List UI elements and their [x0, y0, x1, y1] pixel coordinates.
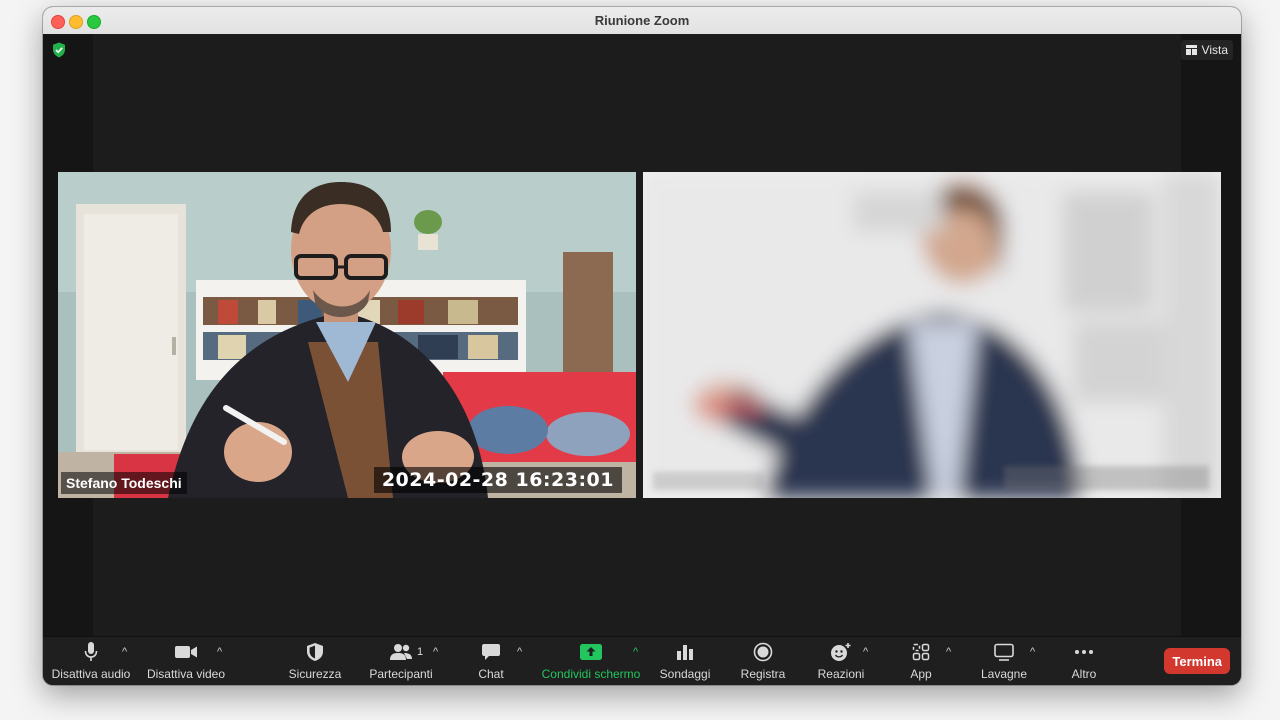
more-button[interactable]: Altro [1062, 637, 1106, 685]
participant-name-tag: Stefano Todeschi [61, 472, 187, 494]
shield-icon [306, 640, 324, 664]
reactions-label: Reazioni [817, 667, 865, 681]
emoji-plus-icon [830, 640, 852, 664]
share-screen-icon [579, 640, 603, 664]
people-icon [389, 640, 413, 664]
title-bar: Riunione Zoom [43, 7, 1241, 35]
share-options-caret[interactable]: ^ [633, 646, 638, 658]
participant-video [643, 172, 1221, 498]
whiteboards-options-caret[interactable]: ^ [1030, 646, 1035, 658]
mute-audio-label: Disattiva audio [51, 667, 131, 681]
video-tile-blurred[interactable] [643, 172, 1221, 498]
chat-button[interactable]: Chat [467, 637, 515, 685]
participants-button[interactable]: Partecipanti [365, 637, 437, 685]
apps-label: App [910, 667, 932, 681]
apps-button[interactable]: App [901, 637, 941, 685]
reactions-button[interactable]: Reazioni [813, 637, 869, 685]
security-label: Sicurezza [288, 667, 342, 681]
more-label: Altro [1071, 667, 1097, 681]
ellipsis-icon [1074, 640, 1094, 664]
security-button[interactable]: Sicurezza [283, 637, 347, 685]
shield-check-icon[interactable] [52, 42, 66, 58]
participants-label: Partecipanti [369, 667, 433, 681]
share-screen-button[interactable]: Condividi schermo [535, 637, 647, 685]
apps-icon [912, 640, 930, 664]
record-button[interactable]: Registra [735, 637, 791, 685]
participants-count-badge: 1 [417, 646, 424, 658]
chat-bubble-icon [481, 640, 501, 664]
blurred-name-tag [653, 472, 763, 490]
polls-label: Sondaggi [659, 667, 711, 681]
video-options-caret[interactable]: ^ [217, 646, 222, 658]
record-icon [753, 640, 773, 664]
zoom-window: Riunione Zoom Vista Stefano Todeschi 202… [43, 7, 1241, 685]
video-timestamp-overlay: 2024-02-28 16:23:01 [373, 467, 622, 493]
view-label: Vista [1201, 43, 1228, 57]
whiteboards-button[interactable]: Lavagne [976, 637, 1032, 685]
record-label: Registra [740, 667, 786, 681]
polls-button[interactable]: Sondaggi [655, 637, 715, 685]
microphone-icon [84, 640, 98, 664]
video-tile-stefano[interactable]: Stefano Todeschi 2024-02-28 16:23:01 [58, 172, 636, 498]
whiteboard-icon [994, 640, 1014, 664]
mute-audio-button[interactable]: Disattiva audio [52, 637, 130, 685]
share-screen-label: Condividi schermo [541, 667, 641, 681]
participants-options-caret[interactable]: ^ [433, 646, 438, 658]
stop-video-button[interactable]: Disattiva video [145, 637, 227, 685]
end-meeting-button[interactable]: Termina [1164, 648, 1230, 674]
grid-view-icon [1185, 45, 1197, 55]
video-camera-icon [174, 640, 198, 664]
chat-label: Chat [478, 667, 504, 681]
reactions-options-caret[interactable]: ^ [863, 646, 868, 658]
audio-options-caret[interactable]: ^ [122, 646, 127, 658]
view-button[interactable]: Vista [1180, 40, 1233, 60]
bar-chart-icon [676, 640, 694, 664]
stop-video-label: Disattiva video [146, 667, 226, 681]
participant-video [58, 172, 636, 498]
chat-options-caret[interactable]: ^ [517, 646, 522, 658]
whiteboards-label: Lavagne [980, 667, 1028, 681]
window-title: Riunione Zoom [594, 13, 690, 28]
apps-options-caret[interactable]: ^ [946, 646, 951, 658]
meeting-stage: Vista Stefano Todeschi 2024-02-28 16:23:… [43, 34, 1241, 636]
blurred-timestamp-overlay [1004, 466, 1209, 490]
meeting-toolbar: Disattiva audio ^ Disattiva video ^ Sicu… [43, 636, 1241, 685]
